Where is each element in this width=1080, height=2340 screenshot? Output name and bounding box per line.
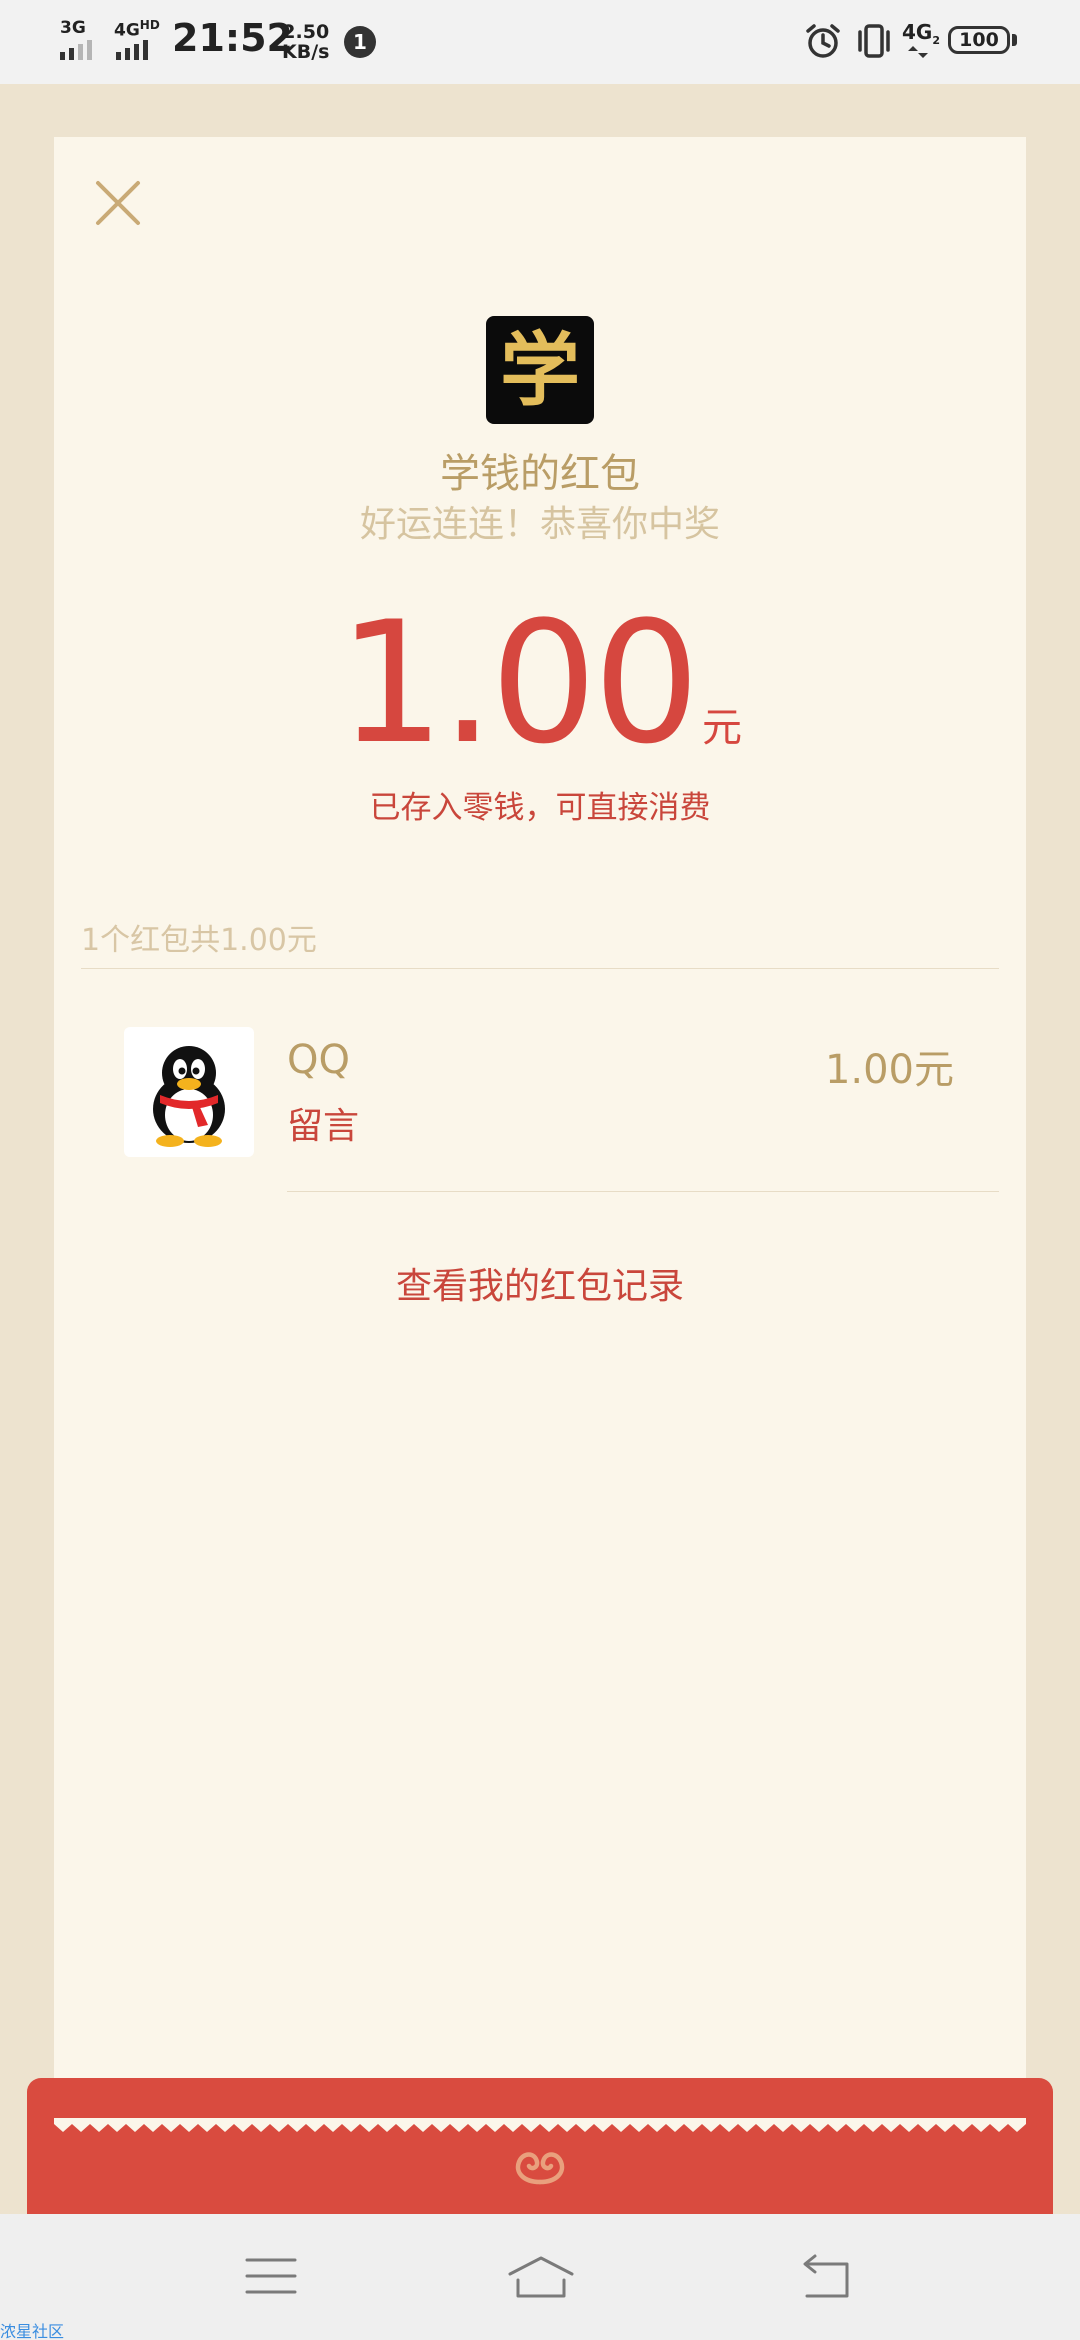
packet-title: 学钱的红包 — [440, 451, 640, 497]
home-icon[interactable] — [506, 2250, 576, 2302]
view-records-link[interactable]: 查看我的红包记录 — [54, 1257, 1026, 1309]
row-divider — [287, 1191, 999, 1192]
zigzag-edge — [54, 2118, 1026, 2132]
watermark: 浓星社区 — [0, 2322, 65, 2340]
alarm-icon — [806, 24, 840, 58]
mobile-data-label: 4G2 — [902, 20, 940, 47]
sim2-signal-icon — [116, 40, 148, 60]
battery-indicator: 100 — [948, 26, 1010, 54]
close-icon[interactable] — [92, 177, 144, 229]
sim2-network-label: 4GHD — [114, 18, 160, 41]
navigation-bar — [0, 2214, 1080, 2340]
sender-avatar[interactable] — [124, 1027, 254, 1157]
sender-logo: 学 — [486, 316, 594, 424]
sender-amount: 1.00元 — [824, 1047, 954, 1093]
amount-value: 1.00 — [337, 585, 700, 781]
notification-count-badge: 1 — [344, 26, 376, 58]
network-speed: 2.50 KB/s — [282, 21, 330, 63]
penguin-icon — [153, 1046, 225, 1147]
red-packet-detail-card: 学 学钱的红包 好运连连！恭喜你中奖 1.00 元 已存入零钱，可直接消费 1个红… — [54, 137, 1026, 2130]
sim1-signal-icon — [60, 40, 92, 60]
sender-name: QQ — [287, 1037, 350, 1083]
saved-to-wallet-note: 已存入零钱，可直接消费 — [369, 790, 711, 826]
back-icon[interactable] — [795, 2250, 855, 2302]
sender-message-link[interactable]: 留言 — [287, 1097, 359, 1149]
status-bar: 3G 4GHD 21:52 2.50 KB/s 1 4G2 100 — [0, 0, 1080, 84]
sim1-network-label: 3G — [60, 18, 86, 38]
summary-divider — [81, 968, 999, 969]
vibrate-icon — [858, 24, 890, 58]
logo-character: 学 — [500, 323, 580, 417]
clock: 21:52 — [172, 16, 293, 60]
received-amount: 1.00 元 — [54, 599, 1026, 767]
cloud-emblem-icon — [515, 2152, 565, 2185]
packet-greeting: 好运连连！恭喜你中奖 — [359, 504, 720, 545]
amount-unit: 元 — [702, 705, 743, 751]
data-activity-icon — [908, 46, 928, 58]
battery-cap — [1012, 34, 1017, 46]
packet-summary: 1个红包共1.00元 — [81, 923, 317, 958]
menu-icon[interactable] — [241, 2250, 301, 2302]
